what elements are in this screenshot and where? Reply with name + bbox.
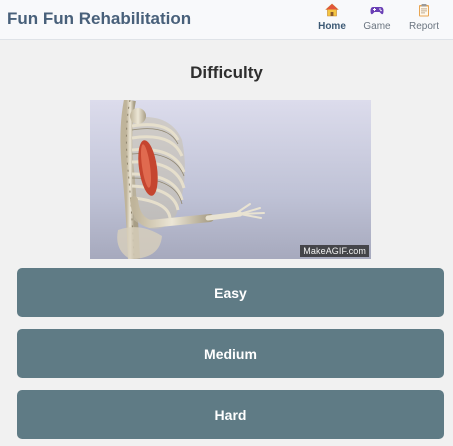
nav-home-label: Home xyxy=(318,21,346,32)
exercise-animation: MakeAGIF.com xyxy=(90,100,371,259)
home-icon xyxy=(325,3,339,17)
nav-game-label: Game xyxy=(363,21,391,32)
app-title: Fun Fun Rehabilitation xyxy=(7,9,192,28)
gamepad-icon xyxy=(370,7,384,15)
top-bar: Fun Fun Rehabilitation Home Game Report xyxy=(0,0,453,40)
medium-button[interactable]: Medium xyxy=(17,329,444,378)
hard-button[interactable]: Hard xyxy=(17,390,444,439)
easy-button[interactable]: Easy xyxy=(17,268,444,317)
nav-game[interactable]: Game xyxy=(355,3,399,37)
clipboard-icon xyxy=(419,4,429,17)
nav-report[interactable]: Report xyxy=(402,3,446,37)
watermark: MakeAGIF.com xyxy=(300,245,369,257)
nav-home[interactable]: Home xyxy=(310,3,354,37)
skeleton-arm-raise-image xyxy=(90,100,371,259)
nav-report-label: Report xyxy=(408,21,439,32)
page-title: Difficulty xyxy=(190,63,263,82)
